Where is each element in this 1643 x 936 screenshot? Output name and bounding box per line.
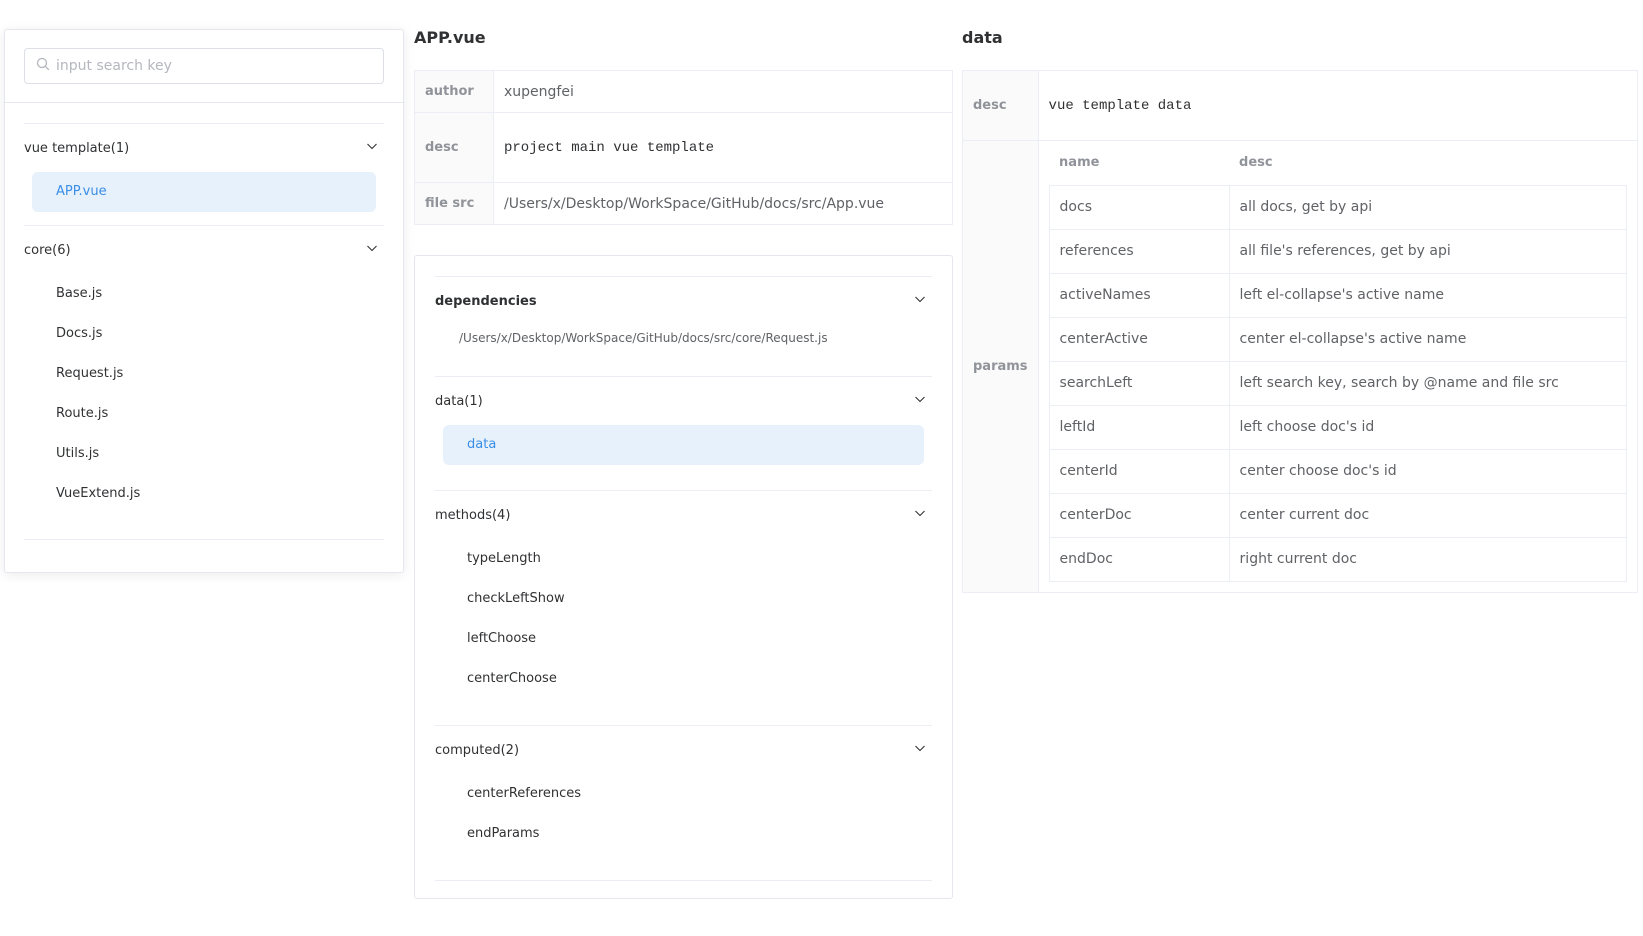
file-item-request[interactable]: Request.js — [24, 354, 384, 394]
param-name: activeNames — [1048, 272, 1230, 318]
search-icon — [36, 57, 50, 75]
desc-value: project main vue template — [493, 112, 953, 183]
table-row: centerActive center el-collapse's active … — [1048, 316, 1628, 362]
table-row: centerId center choose doc's id — [1048, 448, 1628, 494]
divider — [5, 102, 403, 103]
param-name: centerId — [1048, 448, 1230, 494]
param-name: centerActive — [1048, 316, 1230, 362]
col-header-desc: desc — [1229, 141, 1627, 186]
method-item[interactable]: leftChoose — [435, 619, 932, 659]
collapse-title: methods(4) — [435, 507, 511, 523]
collapse-title: data(1) — [435, 393, 483, 409]
method-item[interactable]: typeLength — [435, 539, 932, 579]
param-name: endDoc — [1048, 536, 1230, 582]
table-row: leftId left choose doc's id — [1048, 404, 1628, 450]
param-desc: center current doc — [1228, 492, 1628, 538]
table-row: activeNames left el-collapse's active nam… — [1048, 272, 1628, 318]
collapse-header-data[interactable]: data(1) — [435, 377, 932, 425]
collapse-header-core[interactable]: core(6) — [24, 226, 384, 274]
collapse-sections: dependencies /Users/x/Desktop/WorkSpace/… — [435, 276, 932, 881]
method-item[interactable]: centerChoose — [435, 659, 932, 699]
computed-item[interactable]: endParams — [435, 814, 932, 854]
param-desc: left search key, search by @name and fil… — [1228, 360, 1628, 406]
param-name: searchLeft — [1048, 360, 1230, 406]
collapse-title: dependencies — [435, 293, 537, 309]
params-table: name desc docs all docs, get by api refer… — [1048, 141, 1628, 582]
dependency-item[interactable]: /Users/x/Desktop/WorkSpace/GitHub/docs/s… — [435, 325, 932, 351]
collapse-header-methods[interactable]: methods(4) — [435, 491, 932, 539]
right-desc-label: desc — [962, 70, 1039, 141]
right-desc-value: vue template data — [1037, 70, 1639, 141]
method-item[interactable]: checkLeftShow — [435, 579, 932, 619]
chevron-down-icon — [914, 742, 932, 758]
collapse-header-computed[interactable]: computed(2) — [435, 726, 932, 774]
param-name: leftId — [1048, 404, 1230, 450]
search-input[interactable] — [56, 58, 376, 74]
file-src-value: /Users/x/Desktop/WorkSpace/GitHub/docs/s… — [493, 182, 953, 225]
right-title: data — [962, 28, 1003, 47]
file-item-docs[interactable]: Docs.js — [24, 314, 384, 354]
file-src-label: file src — [414, 182, 494, 225]
params-label: params — [962, 140, 1039, 593]
param-desc: right current doc — [1228, 536, 1628, 582]
center-sections-card: dependencies /Users/x/Desktop/WorkSpace/… — [414, 255, 953, 899]
params-cell: name desc docs all docs, get by api refer… — [1037, 140, 1639, 593]
author-label: author — [414, 70, 494, 113]
table-row: docs all docs, get by api — [1048, 184, 1628, 230]
param-desc: left choose doc's id — [1228, 404, 1628, 450]
param-desc: all docs, get by api — [1228, 184, 1628, 230]
collapse-vue-template: vue template(1) APP.vue core(6) Base.js … — [24, 123, 384, 540]
center-info-table: author xupengfei desc project main vue t… — [414, 70, 953, 225]
param-desc: center el-collapse's active name — [1228, 316, 1628, 362]
collapse-title: core(6) — [24, 242, 71, 258]
collapse-title: vue template(1) — [24, 140, 130, 156]
table-row: endDoc right current doc — [1048, 536, 1628, 582]
center-title: APP.vue — [414, 28, 486, 47]
collapse-header-vue-template[interactable]: vue template(1) — [24, 124, 384, 172]
file-item-route[interactable]: Route.js — [24, 394, 384, 434]
param-desc: all file's references, get by api — [1228, 228, 1628, 274]
left-panel: vue template(1) APP.vue core(6) Base.js … — [4, 29, 404, 573]
data-item[interactable]: data — [443, 425, 924, 465]
param-name: centerDoc — [1048, 492, 1230, 538]
param-name: references — [1048, 228, 1230, 274]
search-box[interactable] — [24, 48, 384, 84]
chevron-down-icon — [914, 507, 932, 523]
desc-label: desc — [414, 112, 494, 183]
computed-item[interactable]: centerReferences — [435, 774, 932, 814]
collapse-header-dependencies[interactable]: dependencies — [435, 277, 932, 325]
right-detail-table: desc vue template data params name desc … — [962, 70, 1639, 593]
param-name: docs — [1048, 184, 1230, 230]
chevron-down-icon — [366, 242, 384, 258]
collapse-title: computed(2) — [435, 742, 520, 758]
chevron-down-icon — [366, 140, 384, 156]
table-row: searchLeft left search key, search by @na… — [1048, 360, 1628, 406]
file-item-base[interactable]: Base.js — [24, 274, 384, 314]
chevron-down-icon — [914, 293, 932, 309]
table-row: centerDoc center current doc — [1048, 492, 1628, 538]
file-item-utils[interactable]: Utils.js — [24, 434, 384, 474]
param-desc: center choose doc's id — [1228, 448, 1628, 494]
author-value: xupengfei — [493, 70, 953, 113]
chevron-down-icon — [914, 393, 932, 409]
table-row: references all file's references, get by … — [1048, 228, 1628, 274]
col-header-name: name — [1049, 141, 1230, 186]
file-item-app-vue[interactable]: APP.vue — [32, 172, 376, 212]
file-item-vueextend[interactable]: VueExtend.js — [24, 474, 384, 514]
param-desc: left el-collapse's active name — [1228, 272, 1628, 318]
